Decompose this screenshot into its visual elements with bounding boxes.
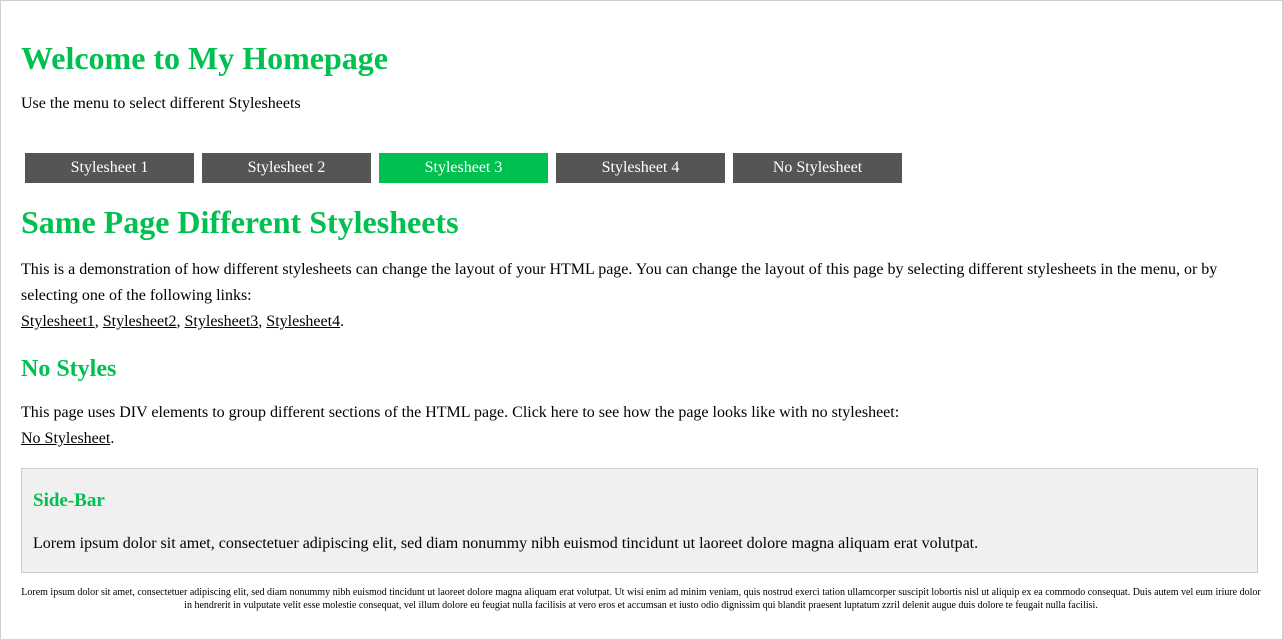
menu-item-no-stylesheet[interactable]: No Stylesheet — [733, 153, 902, 183]
menu-item-stylesheet-1[interactable]: Stylesheet 1 — [25, 153, 194, 183]
page-subtitle: Use the menu to select different Stylesh… — [21, 95, 301, 112]
menu-item-stylesheet-4[interactable]: Stylesheet 4 — [556, 153, 725, 183]
intro-paragraph: This is a demonstration of how different… — [21, 257, 1251, 335]
link-separator: , — [94, 313, 103, 330]
footer-text: Lorem ipsum dolor sit amet, consectetuer… — [21, 587, 1261, 611]
link-end: . — [340, 313, 345, 330]
link-stylesheet4[interactable]: Stylesheet4 — [266, 313, 340, 330]
link-stylesheet3[interactable]: Stylesheet3 — [185, 313, 259, 330]
sidebar-title: Side-Bar — [33, 490, 105, 511]
section-title: Same Page Different Stylesheets — [21, 204, 459, 240]
no-styles-paragraph: This page uses DIV elements to group dif… — [21, 400, 1251, 452]
link-stylesheet2[interactable]: Stylesheet2 — [103, 313, 177, 330]
link-end: . — [110, 430, 115, 447]
no-styles-title: No Styles — [21, 356, 117, 382]
menu-item-stylesheet-3[interactable]: Stylesheet 3 — [379, 153, 548, 183]
intro-text: This is a demonstration of how different… — [21, 261, 1218, 304]
intro-section: This is a demonstration of how different… — [21, 257, 1251, 335]
menu-item-stylesheet-2[interactable]: Stylesheet 2 — [202, 153, 371, 183]
link-stylesheet1[interactable]: Stylesheet1 — [21, 313, 95, 330]
page-title: Welcome to My Homepage — [21, 40, 388, 76]
no-styles-section: This page uses DIV elements to group dif… — [21, 400, 1251, 452]
footer: Lorem ipsum dolor sit amet, consectetuer… — [21, 586, 1261, 612]
link-separator: , — [176, 313, 185, 330]
sidebar-text: Lorem ipsum dolor sit amet, consectetuer… — [33, 535, 979, 552]
no-styles-text: This page uses DIV elements to group dif… — [21, 404, 900, 421]
sidebar: Side-Bar Lorem ipsum dolor sit amet, con… — [21, 468, 1258, 573]
stylesheet-menu: Stylesheet 1 Stylesheet 2 Stylesheet 3 S… — [25, 153, 902, 183]
link-no-stylesheet[interactable]: No Stylesheet — [21, 430, 110, 447]
